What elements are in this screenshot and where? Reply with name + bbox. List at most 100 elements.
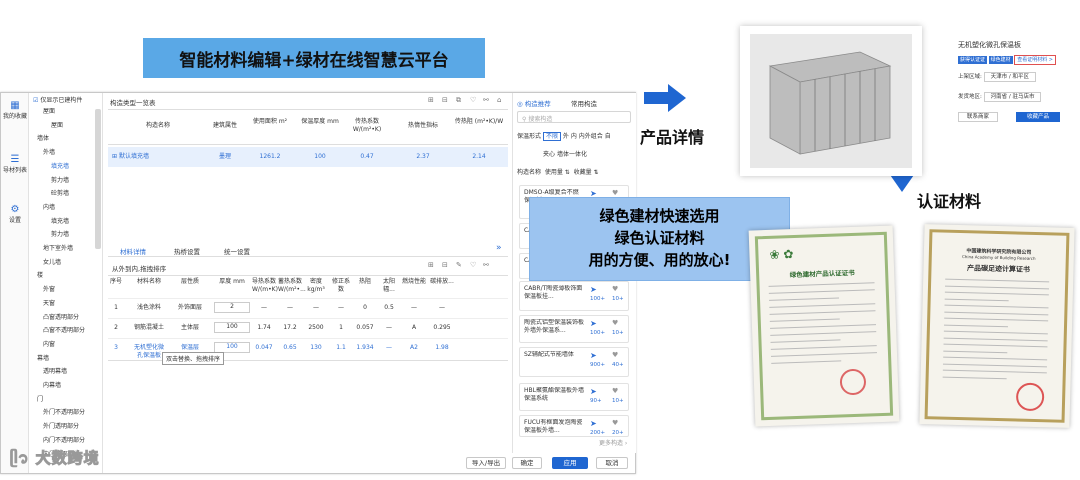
filter-integrated[interactable]: 墙体一体化 [557,151,587,158]
tree-item[interactable]: 门 [37,395,43,405]
detail-tabs: 材料详情 热桥设置 统一设置 » [108,243,508,257]
tree-item[interactable]: 内幕墙 [43,381,61,391]
row-cell[interactable]: 100 [214,322,250,333]
tab-material-detail[interactable]: 材料详情 [120,246,146,256]
cursor-icon[interactable]: ➤ [590,351,597,360]
rail-settings[interactable]: ⚙ 设置 [1,205,29,225]
rail-label: 设置 [8,217,21,224]
edit-icon[interactable]: ✎ [456,261,462,269]
tree-item[interactable]: 外门不透明部分 [43,408,85,418]
rail-material-list[interactable]: ☰ 导材列表 [1,155,29,175]
tree-item[interactable]: 天窗 [43,299,55,309]
filter-inner[interactable]: 内 [571,133,577,140]
ship-select[interactable]: 河南省 / 驻马店市 [983,92,1042,102]
heart-icon[interactable]: ♡ [470,261,476,269]
list-item[interactable]: 陶瓷式铝塑保温装饰板外墙外保温系... ➤ ♥ 100+ 10+ [519,315,629,343]
tree-item[interactable]: 墙体 [37,134,49,144]
tree-item[interactable]: 外墙 [43,148,55,158]
table-row[interactable]: 2 钢筋混凝土 主体层 100 1.74 17.2 2500 1 0.057 — A 0.295 [108,318,508,336]
expand-icon[interactable]: ⊞ [112,153,117,160]
share-icon[interactable]: ⚯ [483,96,489,104]
tree-item[interactable]: 内墙 [43,203,55,213]
tree-item[interactable]: 屋面 [43,107,55,117]
expand-right-icon[interactable]: » [496,243,502,253]
tree-item[interactable]: 凸窗透明部分 [43,313,79,323]
contact-button[interactable]: 联系商家 [958,112,998,122]
tree-item[interactable]: 幕墙 [37,354,49,364]
row-cell: 2.14 [472,153,486,160]
add-icon[interactable]: ⊞ [428,96,434,104]
more-link[interactable]: 更多构造 › [599,438,627,447]
filter-any[interactable]: 不限 [542,132,561,141]
cursor-icon[interactable]: ➤ [590,285,597,294]
rail-favorites[interactable]: ▦ 我的收藏 [1,101,29,121]
sort-favorites[interactable]: 收藏量 [574,169,592,176]
filter-outer[interactable]: 外 [563,133,569,140]
row-cell: 主体层 [180,324,199,331]
search-input[interactable]: ⚲ 搜索构造 [517,111,631,123]
tab-thermal-bridge[interactable]: 热桥设置 [174,246,200,256]
show-built-checkbox[interactable]: ☑ 仅显示已建构件 [33,96,82,106]
left-rail: ▦ 我的收藏 ☰ 导材列表 ⚙ 设置 [1,93,29,473]
list-item[interactable]: SZ辅配式节能墙体 ➤ ♥ 900+ 40+ [519,347,629,377]
favorite-button[interactable]: 收藏产品 [1016,112,1060,122]
tree-item[interactable]: 剪力墙 [51,230,69,240]
tree-item[interactable]: 凸窗不透明部分 [43,326,85,336]
import-export-button[interactable]: 导入/导出 [466,457,506,469]
filter-self[interactable]: 自 [605,133,611,140]
col-header: 修正系数 [331,278,350,293]
more-text: 更多构造 [599,440,624,447]
view-cert-link[interactable]: 查看证明材料 > [1014,55,1056,65]
apply-button[interactable]: 应用 [552,457,588,469]
heart-icon[interactable]: ♥ [612,419,618,427]
row-cell[interactable]: 2 [214,302,250,313]
table1-title: 构造类型一览表 [110,99,156,107]
search-icon: ⚲ [522,116,527,123]
remove-icon[interactable]: ⊟ [442,261,448,269]
tree-item[interactable]: 地下室外墙 [43,244,73,254]
tree-item[interactable]: 砼剪墙 [51,189,69,199]
sort-usage[interactable]: 使用量 [545,169,563,176]
tree-item[interactable]: 内门不透明部分 [43,436,85,446]
heart-icon[interactable]: ♡ [470,96,476,104]
tree-item[interactable]: 填充墙 [51,217,69,227]
tree-item[interactable]: 楼 [37,271,43,281]
share-icon[interactable]: ⚯ [483,261,489,269]
table-row[interactable]: ⊞ 默认填充墙 墨理 1261.2 100 0.47 2.37 2.14 [108,147,508,167]
tree-item[interactable]: 屋面 [51,121,63,131]
heart-icon[interactable]: ♥ [612,387,618,395]
tree-item[interactable]: 剪力墙 [51,176,69,186]
heart-icon[interactable]: ♥ [612,319,618,327]
tree-item[interactable]: 外门透明部分 [43,422,79,432]
tab-unified-settings[interactable]: 统一设置 [224,246,250,256]
tree-item[interactable]: 内窗 [43,340,55,350]
tree-scrollbar[interactable] [95,109,101,249]
list-item[interactable]: FUCU有框面发泡陶瓷保温板外墙... ➤ ♥ 200+ 20+ [519,415,629,437]
ok-button[interactable]: 确定 [512,457,542,469]
add-icon[interactable]: ⊞ [428,261,434,269]
cursor-icon[interactable]: ➤ [590,319,597,328]
tree-item[interactable]: 外窗 [43,285,55,295]
heart-icon[interactable]: ♥ [612,285,618,293]
cancel-button[interactable]: 取消 [596,457,628,469]
copy-icon[interactable]: ⧉ [456,96,461,105]
sort-name[interactable]: 构造名称 [517,169,541,176]
tab-common[interactable]: 常用构造 [571,98,597,108]
tree-item[interactable]: 女儿墙 [43,258,61,268]
cursor-icon[interactable]: ➤ [590,419,597,428]
list-item[interactable]: CABR/T陶瓷薄板饰面保温板挂... ➤ ♥ 100+ 10+ [519,281,629,311]
tree-item[interactable]: 透明幕墙 [43,367,67,377]
table-row[interactable]: 1 浅色涂料 外饰面层 2 — — — — 0 0.5 — — [108,298,508,316]
list-item[interactable]: HBL聚氨酯保温板外墙保温系统 ➤ ♥ 90+ 10+ [519,383,629,411]
tab-recommend[interactable]: ◎ 构造推荐 [517,98,551,108]
filter-combo[interactable]: 内外组合 [579,133,603,140]
filter-sandwich[interactable]: 夹心 [543,151,555,158]
remove-icon[interactable]: ⊟ [442,96,448,104]
heart-icon[interactable]: ♥ [612,189,618,197]
home-icon[interactable]: ⌂ [497,96,501,104]
heart-icon[interactable]: ♥ [612,351,618,359]
usage-count: 100+ [590,296,606,302]
cursor-icon[interactable]: ➤ [590,387,597,396]
region-select[interactable]: 天津市 / 和平区 [983,72,1036,82]
tree-item[interactable]: 填充墙 [51,162,69,172]
